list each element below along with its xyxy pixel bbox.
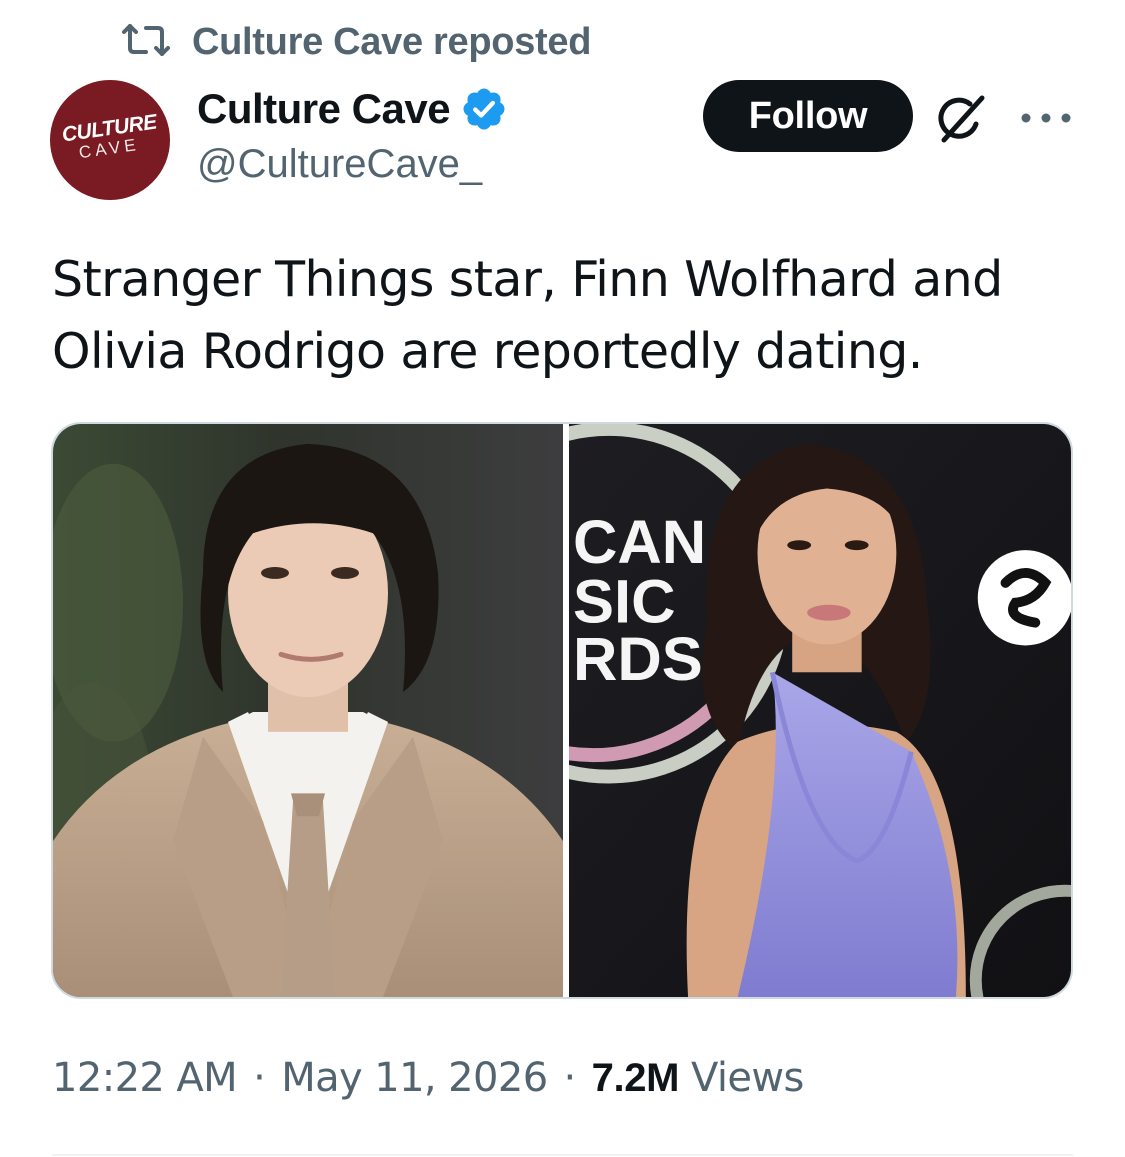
author-name-row[interactable]: Culture Cave	[197, 82, 508, 136]
backdrop-text-3: RDS	[573, 625, 703, 694]
views-label: Views	[691, 1055, 804, 1101]
grok-icon[interactable]	[932, 90, 990, 148]
meta-separator-2: ·	[563, 1055, 577, 1101]
tweet-time[interactable]: 12:22 AM	[52, 1055, 238, 1101]
repost-header[interactable]: Culture Cave reposted	[118, 18, 591, 66]
more-icon[interactable]	[1018, 104, 1074, 132]
tweet-media[interactable]: CAN SIC RDS	[51, 422, 1073, 999]
repost-label: Culture Cave reposted	[192, 20, 592, 63]
views-count: 7.2M	[591, 1055, 680, 1100]
photo-woman-blue-top[interactable]: CAN SIC RDS	[569, 424, 1071, 997]
repost-icon	[118, 20, 174, 65]
meta-separator: ·	[253, 1055, 266, 1101]
author-handle[interactable]: @CultureCave_	[197, 142, 482, 187]
avatar[interactable]: CULTURE CAVE	[50, 80, 170, 200]
tweet-meta: 12:22 AM · May 11, 2026 · 7.2M Views	[52, 1050, 804, 1106]
follow-button[interactable]: Follow	[703, 80, 913, 152]
photo-man-beige-suit[interactable]	[53, 424, 563, 997]
tweet-date[interactable]: May 11, 2026	[281, 1055, 548, 1101]
tweet-text: Stranger Things star, Finn Wolfhard and …	[52, 251, 1003, 380]
divider	[52, 1154, 1073, 1156]
verified-badge-icon	[463, 88, 505, 130]
display-name[interactable]: Culture Cave	[197, 85, 451, 133]
